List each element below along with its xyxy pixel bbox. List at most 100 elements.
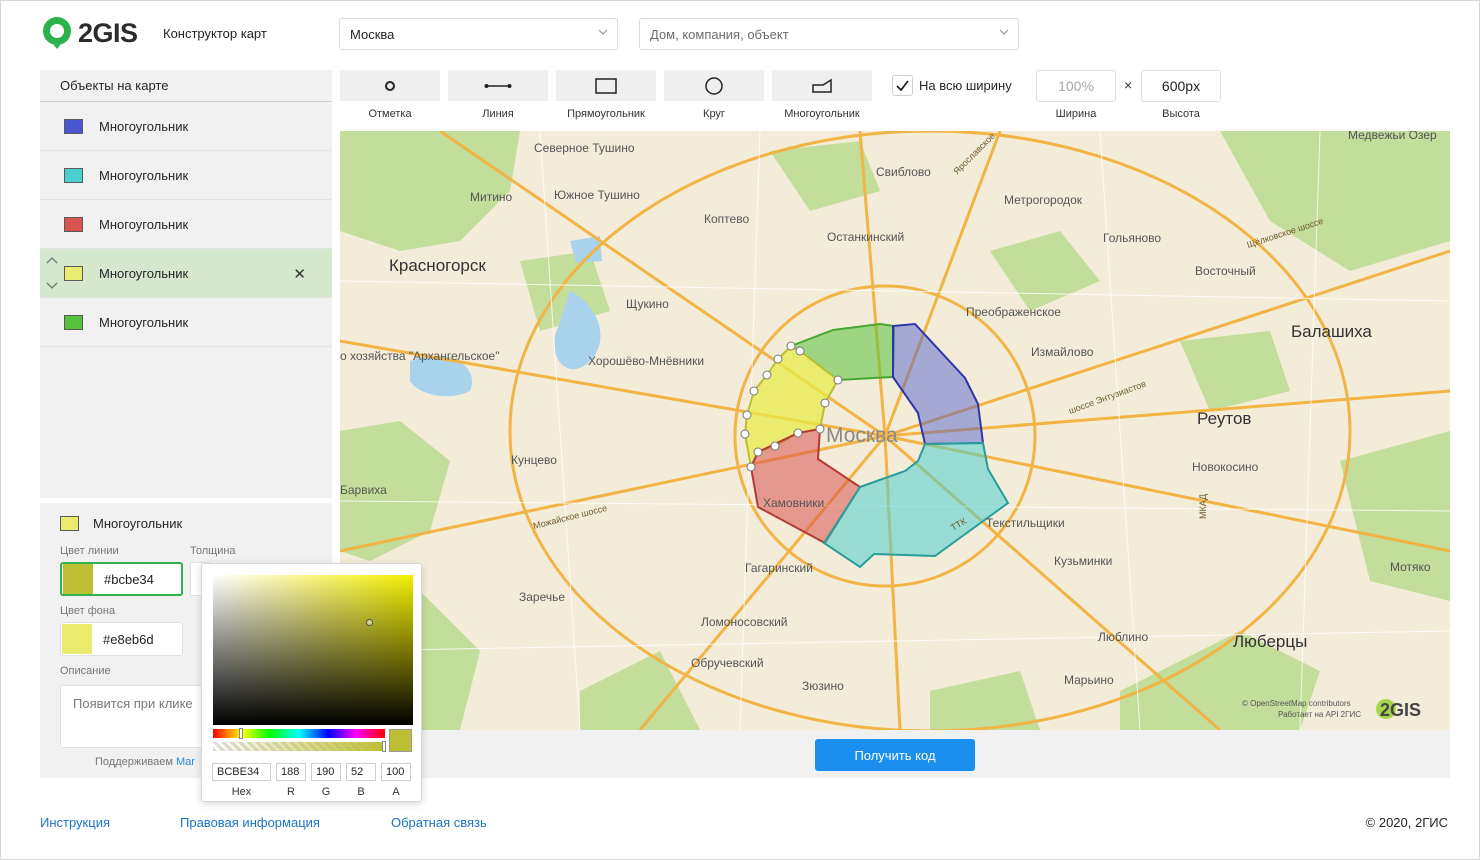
line-color-label: Цвет линии bbox=[60, 545, 119, 557]
map-label: Преображенское bbox=[966, 305, 1061, 319]
city-select-value: Москва bbox=[350, 27, 395, 42]
width-label: Ширина bbox=[1055, 108, 1097, 120]
map-label-city: Реутов bbox=[1197, 409, 1251, 428]
tool-circle-label: Круг bbox=[703, 108, 725, 120]
map-label-city: Красногорск bbox=[389, 256, 486, 275]
logo-text: 2GIS bbox=[78, 17, 138, 48]
description-input[interactable]: Появится при клике bbox=[60, 685, 210, 748]
width-input[interactable]: 100% bbox=[1036, 70, 1116, 102]
line-color-chip bbox=[63, 564, 93, 594]
height-label: Высота bbox=[1162, 108, 1200, 120]
tool-circle-button[interactable] bbox=[664, 70, 764, 101]
footer-instructions-link[interactable]: Инструкция bbox=[40, 815, 110, 830]
map-label: Марьино bbox=[1064, 673, 1114, 687]
tool-rectangle-button[interactable] bbox=[556, 70, 656, 101]
object-swatch bbox=[60, 516, 79, 531]
full-width-checkbox[interactable] bbox=[892, 75, 913, 96]
properties-title: Многоугольник bbox=[60, 516, 182, 531]
map-label: Восточный bbox=[1195, 264, 1256, 278]
tool-rectangle-label: Прямоугольник bbox=[567, 108, 645, 120]
map-label: Обручевский bbox=[691, 656, 764, 670]
tool-polygon-label: Многоугольник bbox=[784, 108, 860, 120]
map-label: Метрогородок bbox=[1004, 193, 1083, 207]
map-label: Свиблово bbox=[876, 165, 931, 179]
support-note: Поддерживаем Mar bbox=[95, 756, 195, 768]
g-input[interactable]: 190 bbox=[311, 763, 341, 781]
rectangle-icon bbox=[595, 77, 617, 94]
object-item[interactable]: Многоугольник bbox=[40, 151, 332, 200]
objects-sidebar: Объекты на карте Многоугольник Многоугол… bbox=[40, 70, 332, 498]
a-label: A bbox=[392, 786, 400, 798]
hue-handle[interactable] bbox=[239, 728, 243, 739]
b-input[interactable]: 52 bbox=[346, 763, 376, 781]
map-label: Южное Тушино bbox=[554, 188, 640, 202]
app-subtitle: Конструктор карт bbox=[163, 26, 267, 41]
saturation-value-area[interactable] bbox=[213, 575, 413, 725]
polygon-icon bbox=[812, 78, 832, 93]
alpha-handle[interactable] bbox=[382, 741, 386, 752]
logo[interactable]: 2GIS bbox=[40, 16, 138, 50]
times-sign: × bbox=[1124, 77, 1133, 93]
map-label: Северное Тушино bbox=[534, 141, 635, 155]
object-label: Многоугольник bbox=[99, 314, 189, 330]
check-icon bbox=[896, 80, 909, 92]
object-swatch bbox=[64, 216, 83, 232]
object-swatch bbox=[64, 167, 83, 183]
line-color-value: #bcbe34 bbox=[104, 571, 154, 587]
map-label: Хамовники bbox=[763, 496, 824, 510]
a-input[interactable]: 100 bbox=[381, 763, 411, 781]
fill-color-chip bbox=[62, 624, 92, 654]
reorder-arrows-icon[interactable] bbox=[46, 256, 58, 290]
map-label: Мотяко bbox=[1390, 560, 1431, 574]
alpha-slider[interactable] bbox=[213, 741, 386, 752]
map-label: Люблино bbox=[1098, 630, 1149, 644]
tool-line-button[interactable] bbox=[448, 70, 548, 101]
tool-polygon-button[interactable] bbox=[772, 70, 872, 101]
tool-marker-button[interactable] bbox=[340, 70, 440, 101]
map-label: Митино bbox=[470, 190, 513, 204]
map-label: Щукино bbox=[626, 297, 669, 311]
line-color-field[interactable]: #bcbe34 bbox=[60, 562, 183, 596]
search-input[interactable]: Дом, компания, объект bbox=[639, 18, 1019, 50]
hue-slider[interactable] bbox=[213, 728, 385, 739]
fill-color-label: Цвет фона bbox=[60, 605, 116, 617]
object-swatch bbox=[64, 265, 83, 281]
map-canvas[interactable]: Северное Тушино Южное Тушино Митино Копт… bbox=[340, 131, 1450, 730]
line-icon bbox=[484, 83, 512, 88]
search-placeholder: Дом, компания, объект bbox=[650, 27, 789, 42]
object-item-active[interactable]: Многоугольник ✕ bbox=[40, 249, 332, 298]
object-label: Многоугольник bbox=[99, 118, 189, 134]
tool-line-label: Линия bbox=[482, 108, 514, 120]
footer-legal-link[interactable]: Правовая информация bbox=[180, 815, 320, 830]
description-placeholder: Появится при клике bbox=[73, 696, 193, 711]
fill-color-field[interactable]: #e8eb6d bbox=[60, 622, 183, 656]
get-code-button[interactable]: Получить код bbox=[815, 739, 975, 771]
object-label: Многоугольник bbox=[99, 167, 189, 183]
object-item[interactable]: Многоугольник bbox=[40, 102, 332, 151]
color-picker: BCBE34 188 190 52 100 Hex R G B A bbox=[201, 563, 422, 802]
b-label: B bbox=[357, 786, 365, 798]
r-label: R bbox=[287, 786, 295, 798]
sv-handle[interactable] bbox=[366, 619, 373, 626]
map-label: Гольяново bbox=[1103, 231, 1161, 245]
object-item[interactable]: Многоугольник bbox=[40, 200, 332, 249]
hex-input[interactable]: BCBE34 bbox=[212, 763, 271, 781]
map-label: Барвиха bbox=[340, 483, 387, 497]
delete-object-icon[interactable]: ✕ bbox=[293, 265, 306, 283]
map-label: Ломоносовский bbox=[701, 615, 787, 629]
map-label: Медвежьи Озер bbox=[1348, 131, 1437, 142]
full-width-label: На всю ширину bbox=[919, 78, 1012, 93]
support-link[interactable]: Mar bbox=[176, 756, 195, 768]
map-label: Хорошёво-Мнёвники bbox=[588, 354, 704, 368]
r-input[interactable]: 188 bbox=[276, 763, 306, 781]
city-select[interactable]: Москва bbox=[339, 18, 618, 50]
footer-feedback-link[interactable]: Обратная связь bbox=[391, 815, 487, 830]
properties-title-text: Многоугольник bbox=[93, 516, 183, 531]
height-input[interactable]: 600px bbox=[1141, 70, 1221, 102]
object-item[interactable]: Многоугольник bbox=[40, 298, 332, 347]
map-label-city: Балашиха bbox=[1291, 322, 1372, 341]
map-label: Зюзино bbox=[802, 679, 844, 693]
map-label: Останкинский bbox=[827, 230, 904, 244]
support-text: Поддерживаем bbox=[95, 756, 173, 768]
map-label-city: Люберцы bbox=[1233, 632, 1307, 651]
